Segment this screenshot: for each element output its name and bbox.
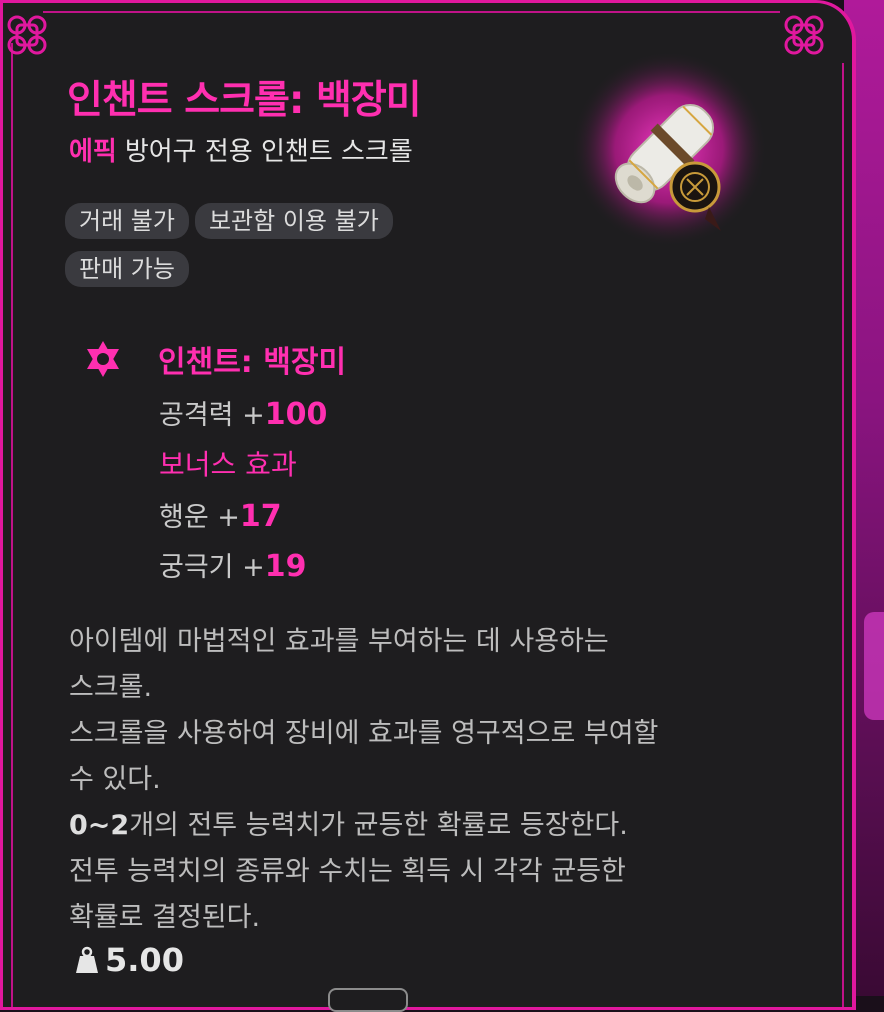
item-description: 아이템에 마법적인 효과를 부여하는 데 사용하는 스크롤. 스크롤을 사용하여… xyxy=(69,619,809,941)
tag-sellable: 판매 가능 xyxy=(65,251,189,287)
bonus-effect-label: 보너스 효과 xyxy=(159,448,297,481)
inner-border-left xyxy=(11,43,13,1007)
tag-storage-locked: 보관함 이용 불가 xyxy=(194,203,393,239)
bottom-button[interactable] xyxy=(328,988,408,1012)
weight-icon xyxy=(76,946,98,973)
stat-luck-label: 행운 + xyxy=(159,502,240,533)
description-line: 스크롤을 사용하여 장비에 효과를 영구적으로 부여할 xyxy=(69,718,659,749)
item-subtitle: 에픽 방어구 전용 인챈트 스크롤 xyxy=(69,131,413,168)
celtic-knot-icon xyxy=(784,15,824,55)
stat-ultimate-label: 궁극기 + xyxy=(159,552,265,583)
weight-value: 5.00 xyxy=(105,941,184,979)
stat-luck-value: 17 xyxy=(239,499,282,534)
stat-attack: 공격력 +100 xyxy=(159,393,327,432)
stat-ultimate: 궁극기 +19 xyxy=(159,545,306,584)
stat-attack-value: 100 xyxy=(264,397,328,432)
tag-trade-locked: 거래 불가 xyxy=(65,203,189,239)
inner-border-right xyxy=(842,63,844,1007)
stat-luck: 행운 +17 xyxy=(159,495,282,534)
hexagram-icon xyxy=(87,341,119,377)
description-text: 개의 전투 능력치가 균등한 확률로 등장한다. xyxy=(129,810,628,841)
item-title: 인챈트 스크롤: 백장미 xyxy=(67,78,422,123)
description-line: 아이템에 마법적인 효과를 부여하는 데 사용하는 xyxy=(69,626,609,657)
description-line: 0~2개의 전투 능력치가 균등한 확률로 등장한다. xyxy=(69,803,809,849)
enchant-name: 인챈트: 백장미 xyxy=(158,345,347,380)
scroll-icon xyxy=(571,51,767,247)
celtic-knot-icon xyxy=(7,15,47,55)
stat-attack-label: 공격력 + xyxy=(159,400,265,431)
description-line: 수 있다. xyxy=(69,764,161,795)
item-grade: 에픽 xyxy=(69,137,117,167)
description-line: 확률로 결정된다. xyxy=(69,902,261,933)
item-weight: 5.00 xyxy=(75,941,184,979)
side-tab[interactable] xyxy=(864,612,884,720)
description-line: 전투 능력치의 종류와 수치는 획득 시 각각 균등한 xyxy=(69,856,626,887)
item-type: 방어구 전용 인챈트 스크롤 xyxy=(124,137,413,167)
description-line: 스크롤. xyxy=(69,672,153,703)
stat-ultimate-value: 19 xyxy=(264,549,307,584)
item-tags: 거래 불가 보관함 이용 불가판매 가능 xyxy=(65,203,485,299)
description-highlight: 0~2 xyxy=(69,810,130,841)
inner-border-top xyxy=(43,11,780,13)
item-tooltip: 인챈트 스크롤: 백장미 에픽 방어구 전용 인챈트 스크롤 거래 불가 보관함 이… xyxy=(0,0,856,1010)
